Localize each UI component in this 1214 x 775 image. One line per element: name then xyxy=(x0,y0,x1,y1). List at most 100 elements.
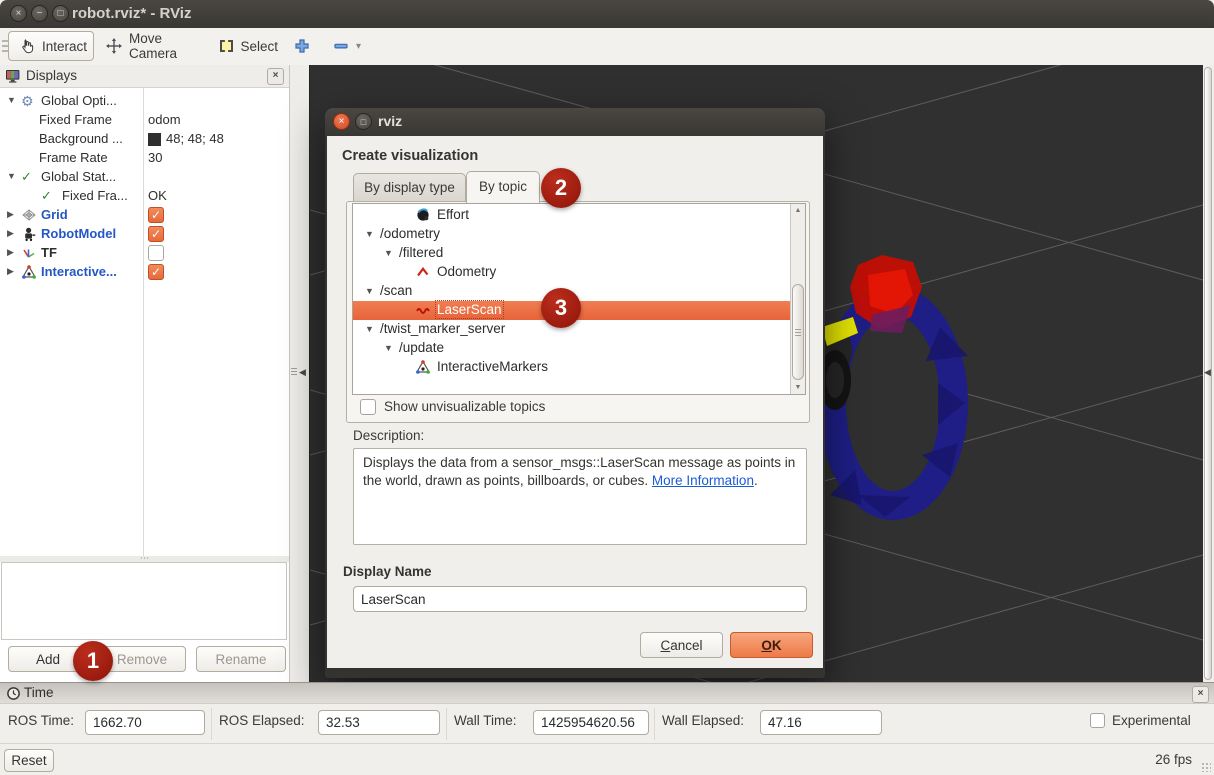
close-icon: × xyxy=(1198,688,1204,699)
row-frame-rate[interactable]: Frame Rate 30 xyxy=(0,149,289,168)
interactivemarkers-enabled-checkbox[interactable]: ✓ xyxy=(148,264,164,280)
expand-arrow-icon[interactable]: ▼ xyxy=(7,95,16,105)
collapse-arrow-icon[interactable]: ▶ xyxy=(7,209,14,220)
display-name-input[interactable] xyxy=(353,586,807,612)
select-tool-button[interactable]: Select xyxy=(210,31,288,61)
row-fixed-frame[interactable]: Fixed Frame odom xyxy=(0,111,289,130)
fps-counter: 26 fps xyxy=(1155,752,1192,767)
displays-panel-header: Displays × xyxy=(0,65,289,88)
topic-row-scan-ns[interactable]: ▼ /scan xyxy=(353,282,805,301)
tf-enabled-checkbox[interactable] xyxy=(148,245,164,261)
expand-arrow-icon[interactable]: ▼ xyxy=(365,286,374,296)
fixed-frame-value[interactable]: odom xyxy=(148,112,181,127)
row-fixed-frame-status[interactable]: ✓ Fixed Fra... OK xyxy=(0,187,289,206)
tab-by-topic[interactable]: By topic xyxy=(466,171,540,203)
wall-elapsed-label: Wall Elapsed: xyxy=(662,713,744,728)
robotmodel-enabled-checkbox[interactable]: ✓ xyxy=(148,226,164,242)
row-tf-display[interactable]: ▶ TF xyxy=(0,244,289,263)
collapse-right-arrow-icon[interactable]: ◀ xyxy=(1204,367,1211,378)
scrollbar-thumb[interactable] xyxy=(792,284,804,380)
window-close-button[interactable]: × xyxy=(10,5,27,22)
window-minimize-button[interactable]: − xyxy=(31,5,48,22)
odometry-icon xyxy=(415,264,431,280)
field-separator xyxy=(446,708,447,740)
wall-time-input[interactable] xyxy=(533,710,649,735)
experimental-checkbox[interactable] xyxy=(1090,713,1105,728)
expand-arrow-icon[interactable]: ▼ xyxy=(365,324,374,334)
add-tool-button[interactable] xyxy=(284,31,316,61)
topic-row-update-ns[interactable]: ▼ /update xyxy=(353,339,805,358)
right-panel-splitter[interactable]: ◀ xyxy=(1203,65,1214,682)
tab-by-display-type[interactable]: By display type xyxy=(353,173,466,202)
toolbar: Interact Move Camera Select ▾ xyxy=(0,28,1214,66)
background-color-value[interactable]: 48; 48; 48 xyxy=(166,131,224,146)
dialog-close-button[interactable]: × xyxy=(333,113,350,130)
dialog-title: rviz xyxy=(378,113,402,129)
left-panel-splitter[interactable]: ◀ xyxy=(290,65,310,682)
displays-tree: ▼ ⚙ Global Opti... Fixed Frame odom Back… xyxy=(0,88,289,556)
move-arrows-icon xyxy=(106,38,122,54)
row-robotmodel-display[interactable]: ▶ RobotModel ✓ xyxy=(0,225,289,244)
cancel-button[interactable]: Cancel xyxy=(640,632,723,658)
show-unvisualizable-checkbox[interactable] xyxy=(360,399,376,415)
tf-axes-icon xyxy=(21,245,37,261)
scroll-up-icon[interactable]: ▲ xyxy=(791,207,805,214)
collapse-left-arrow-icon[interactable]: ◀ xyxy=(299,367,306,378)
ros-time-input[interactable] xyxy=(85,710,205,735)
window-maximize-button[interactable]: □ xyxy=(52,5,69,22)
collapse-arrow-icon[interactable]: ▶ xyxy=(7,228,14,239)
window-resize-grip[interactable] xyxy=(1201,762,1211,772)
time-panel-close-button[interactable]: × xyxy=(1192,686,1209,703)
expand-arrow-icon[interactable]: ▼ xyxy=(7,171,16,181)
scroll-down-icon[interactable]: ▼ xyxy=(791,384,805,391)
collapse-arrow-icon[interactable]: ▶ xyxy=(7,247,14,258)
wall-elapsed-input[interactable] xyxy=(760,710,882,735)
row-global-options[interactable]: ▼ ⚙ Global Opti... xyxy=(0,92,289,111)
row-grid-display[interactable]: ▶ Grid ✓ xyxy=(0,206,289,225)
grid-enabled-checkbox[interactable]: ✓ xyxy=(148,207,164,223)
more-information-link[interactable]: More Information xyxy=(652,473,754,488)
row-global-status[interactable]: ▼ ✓ Global Stat... xyxy=(0,168,289,187)
ros-time-label: ROS Time: xyxy=(8,713,74,728)
topic-row-twist-marker-server-ns[interactable]: ▼ /twist_marker_server xyxy=(353,320,805,339)
topic-row-filtered-ns[interactable]: ▼ /filtered xyxy=(353,244,805,263)
description-label: Description: xyxy=(353,428,424,443)
topic-row-effort[interactable]: Effort xyxy=(353,206,805,225)
interact-tool-button[interactable]: Interact xyxy=(8,31,94,61)
green-check-icon: ✓ xyxy=(21,169,37,185)
interactive-markers-icon xyxy=(415,359,431,375)
frame-rate-value[interactable]: 30 xyxy=(148,150,162,165)
topic-tree-scrollbar[interactable]: ▲ ▼ xyxy=(790,204,805,394)
row-interactivemarkers-display[interactable]: ▶ Interactive... ✓ xyxy=(0,263,289,282)
ros-elapsed-input[interactable] xyxy=(318,710,440,735)
topic-row-interactivemarkers[interactable]: InteractiveMarkers xyxy=(353,358,805,377)
dialog-maximize-button[interactable]: □ xyxy=(355,113,372,130)
row-background-color[interactable]: Background ... 48; 48; 48 xyxy=(0,130,289,149)
topic-row-odometry-ns[interactable]: ▼ /odometry xyxy=(353,225,805,244)
rename-display-button[interactable]: Rename xyxy=(196,646,286,672)
expand-arrow-icon[interactable]: ▼ xyxy=(384,248,393,258)
ok-button[interactable]: OK xyxy=(730,632,813,658)
displays-panel-close-button[interactable]: × xyxy=(267,68,284,85)
tool-dropdown-caret-icon[interactable]: ▾ xyxy=(356,41,361,52)
minus-icon xyxy=(333,38,349,54)
collapse-arrow-icon[interactable]: ▶ xyxy=(7,266,14,277)
dialog-bottom-border xyxy=(325,668,825,678)
expand-arrow-icon[interactable]: ▼ xyxy=(365,229,374,239)
move-camera-label: Move Camera xyxy=(129,31,198,61)
remove-tool-button[interactable]: ▾ xyxy=(323,31,367,61)
select-label: Select xyxy=(240,39,278,54)
robot-icon xyxy=(21,226,37,242)
color-swatch[interactable] xyxy=(148,133,161,146)
time-panel-title: Time xyxy=(24,685,54,700)
green-check-icon: ✓ xyxy=(41,188,57,204)
topic-row-odometry[interactable]: Odometry xyxy=(353,263,805,282)
expand-arrow-icon[interactable]: ▼ xyxy=(384,343,393,353)
move-camera-tool-button[interactable]: Move Camera xyxy=(96,31,208,61)
show-unvisualizable-label: Show unvisualizable topics xyxy=(384,399,545,414)
displays-panel: Displays × ▼ ⚙ Global Opti... Fixed Fram… xyxy=(0,65,290,682)
rviz-window: × − □ robot.rviz* - RViz Interact Move C… xyxy=(0,0,1214,775)
status-bar: Reset 26 fps xyxy=(0,743,1214,775)
dialog-body: Create visualization By display type By … xyxy=(325,136,825,668)
reset-button[interactable]: Reset xyxy=(4,749,54,772)
